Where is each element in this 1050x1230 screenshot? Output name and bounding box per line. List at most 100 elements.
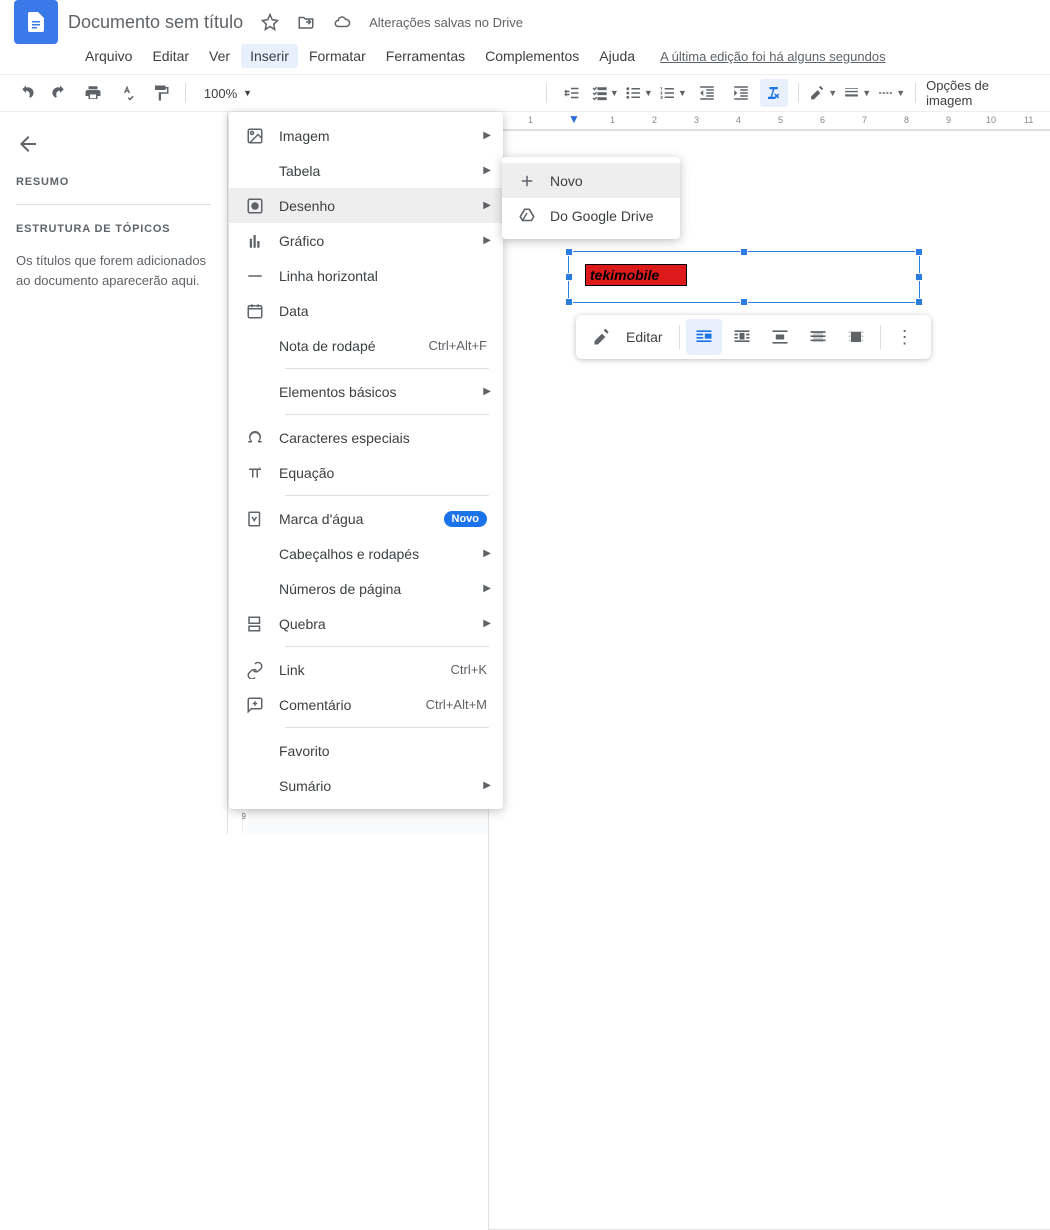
menu-comentario[interactable]: Comentário Ctrl+Alt+M (229, 687, 503, 722)
checklist-icon[interactable]: ▼ (591, 79, 619, 107)
ruler-h-tick: 10 (986, 115, 996, 125)
resize-handle[interactable] (565, 273, 573, 281)
menuitem-label: Do Google Drive (550, 208, 654, 224)
border-dash-icon[interactable]: ▼ (877, 79, 905, 107)
paint-format-icon[interactable] (147, 79, 175, 107)
resize-handle[interactable] (740, 298, 748, 306)
ruler-h-tick: 4 (736, 115, 741, 125)
wrap-front-icon[interactable] (838, 319, 874, 355)
redo-icon[interactable] (46, 79, 74, 107)
cloud-saved-icon[interactable] (333, 13, 351, 31)
spellcheck-icon[interactable] (113, 79, 141, 107)
increase-indent-icon[interactable] (727, 79, 755, 107)
outline-placeholder: Os títulos que forem adicionados ao docu… (16, 251, 211, 290)
insert-menu: Imagem ▶ Tabela ▶ Desenho ▶ Gráfico ▶ Li… (229, 112, 503, 809)
line-spacing-icon[interactable] (557, 79, 585, 107)
last-edit-link[interactable]: A última edição foi há alguns segundos (660, 49, 886, 64)
toolbar: 100%▼ ▼ ▼ ▼ ▼ ▼ ▼ Opções de imagem (0, 74, 1050, 112)
ruler-h-tick: 9 (946, 115, 951, 125)
resize-handle[interactable] (740, 248, 748, 256)
drawing-content: tekimobile (585, 264, 687, 286)
menu-desenho[interactable]: Desenho ▶ (229, 188, 503, 223)
chart-icon (245, 231, 265, 251)
resize-handle[interactable] (565, 248, 573, 256)
wrap-inline-icon[interactable] (686, 319, 722, 355)
menu-tabela[interactable]: Tabela ▶ (229, 153, 503, 188)
ruler-h-tick: 1 (528, 115, 533, 125)
wrap-square-icon[interactable] (724, 319, 760, 355)
editar-label[interactable]: Editar (622, 329, 673, 345)
menu-elementos[interactable]: Elementos básicos ▶ (229, 374, 503, 409)
wrap-behind-icon[interactable] (800, 319, 836, 355)
menuitem-label: Data (279, 303, 309, 319)
menu-ajuda[interactable]: Ajuda (590, 44, 644, 68)
image-options-label[interactable]: Opções de imagem (926, 78, 1038, 108)
ruler-h-tick: 8 (904, 115, 909, 125)
menu-quebra[interactable]: Quebra ▶ (229, 606, 503, 641)
menu-numeros[interactable]: Números de página ▶ (229, 571, 503, 606)
submenu-drive[interactable]: Do Google Drive (502, 198, 680, 233)
desenho-submenu: Novo Do Google Drive (502, 157, 680, 239)
move-folder-icon[interactable] (297, 13, 315, 31)
undo-icon[interactable] (12, 79, 40, 107)
resize-handle[interactable] (915, 298, 923, 306)
bullet-list-icon[interactable]: ▼ (625, 79, 653, 107)
menu-arquivo[interactable]: Arquivo (76, 44, 141, 68)
submenu-novo[interactable]: Novo (502, 163, 680, 198)
resize-handle[interactable] (915, 248, 923, 256)
more-options-icon[interactable]: ⋮ (887, 319, 923, 355)
menu-imagem[interactable]: Imagem ▶ (229, 118, 503, 153)
menu-ver[interactable]: Ver (200, 44, 239, 68)
menu-inserir[interactable]: Inserir (241, 44, 298, 68)
pi-icon: 2 (245, 463, 265, 483)
menu-linha[interactable]: Linha horizontal (229, 258, 503, 293)
selected-drawing[interactable]: tekimobile (568, 251, 920, 303)
indent-marker-icon[interactable]: ▼ (568, 112, 580, 126)
menu-link[interactable]: Link Ctrl+K (229, 652, 503, 687)
menu-marca[interactable]: Marca d'água Novo (229, 501, 503, 536)
wrap-break-icon[interactable] (762, 319, 798, 355)
document-title[interactable]: Documento sem título (68, 12, 243, 33)
resize-handle[interactable] (915, 273, 923, 281)
menu-data[interactable]: Data (229, 293, 503, 328)
print-icon[interactable] (80, 79, 108, 107)
menu-formatar[interactable]: Formatar (300, 44, 375, 68)
menuitem-label: Imagem (279, 128, 330, 144)
menu-grafico[interactable]: Gráfico ▶ (229, 223, 503, 258)
menu-editar[interactable]: Editar (143, 44, 198, 68)
decrease-indent-icon[interactable] (693, 79, 721, 107)
image-icon (245, 126, 265, 146)
menuitem-label: Comentário (279, 697, 351, 713)
menu-favorito[interactable]: Favorito (229, 733, 503, 768)
link-icon (245, 660, 265, 680)
menuitem-label: Cabeçalhos e rodapés (279, 546, 419, 562)
docs-logo-icon[interactable] (14, 0, 58, 44)
save-status: Alterações salvas no Drive (369, 15, 523, 30)
menuitem-label: Novo (550, 173, 583, 189)
menuitem-label: Favorito (279, 743, 330, 759)
number-list-icon[interactable]: ▼ (659, 79, 687, 107)
menu-sumario[interactable]: Sumário ▶ (229, 768, 503, 803)
clear-format-icon[interactable] (760, 79, 788, 107)
omega-icon (245, 428, 265, 448)
plus-icon (518, 172, 536, 190)
menuitem-label: Link (279, 662, 305, 678)
menu-nota[interactable]: Nota de rodapé Ctrl+Alt+F (229, 328, 503, 363)
menu-caracteres[interactable]: Caracteres especiais (229, 420, 503, 455)
menu-ferramentas[interactable]: Ferramentas (377, 44, 474, 68)
border-color-icon[interactable]: ▼ (809, 79, 837, 107)
menuitem-label: Caracteres especiais (279, 430, 410, 446)
menu-cabecalhos[interactable]: Cabeçalhos e rodapés ▶ (229, 536, 503, 571)
zoom-selector[interactable]: 100%▼ (196, 86, 260, 101)
menu-complementos[interactable]: Complementos (476, 44, 588, 68)
edit-pencil-icon[interactable] (584, 319, 620, 355)
hr-icon (245, 266, 265, 286)
menubar: Arquivo Editar Ver Inserir Formatar Ferr… (0, 44, 1050, 74)
star-icon[interactable] (261, 13, 279, 31)
border-weight-icon[interactable]: ▼ (843, 79, 871, 107)
ruler-h-tick: 6 (820, 115, 825, 125)
drive-icon (518, 207, 536, 225)
resize-handle[interactable] (565, 298, 573, 306)
menu-equacao[interactable]: 2 Equação (229, 455, 503, 490)
back-arrow-icon[interactable] (16, 132, 40, 156)
